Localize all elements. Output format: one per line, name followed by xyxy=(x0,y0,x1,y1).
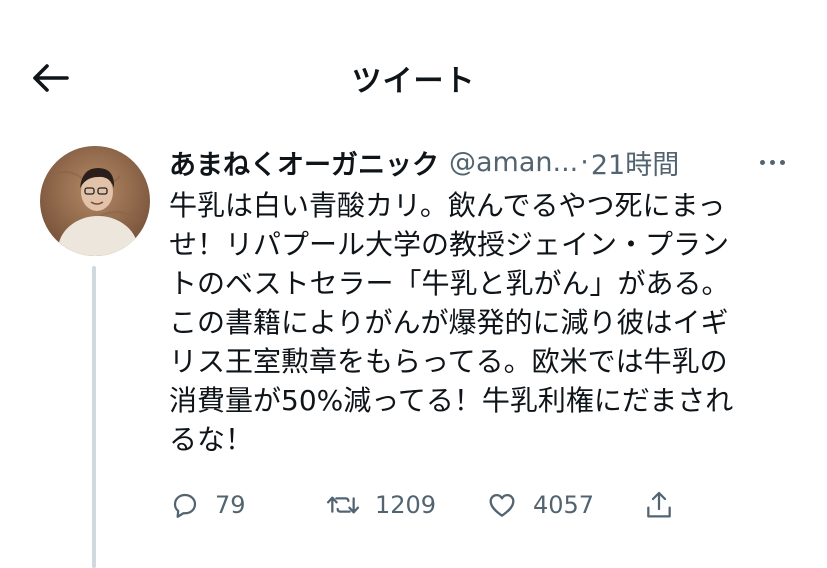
separator-dot: · xyxy=(580,146,589,178)
share-icon xyxy=(647,491,671,518)
more-options-button[interactable] xyxy=(752,146,792,178)
retweet-count: 1209 xyxy=(375,491,437,519)
retweet-icon xyxy=(326,496,360,514)
thread-connector-line xyxy=(92,266,96,568)
top-bar: ツイート xyxy=(0,0,827,140)
tweet-actions: 79 1209 4057 xyxy=(169,482,789,528)
comment-bubble-icon xyxy=(173,493,197,518)
display-name[interactable]: あまねくオーガニック xyxy=(169,143,439,182)
reply-button[interactable]: 79 xyxy=(169,482,246,528)
more-dot xyxy=(759,159,765,165)
tweet-author-line: あまねくオーガニック @aman... · 21時間 xyxy=(169,142,789,182)
more-dot xyxy=(769,159,775,165)
page-title: ツイート xyxy=(351,64,476,99)
avatar-image xyxy=(40,146,150,256)
user-handle[interactable]: @aman... xyxy=(449,147,578,178)
like-button[interactable]: 4057 xyxy=(485,482,594,528)
reply-count: 79 xyxy=(215,491,246,519)
tweet-timestamp[interactable]: 21時間 xyxy=(591,143,679,182)
more-dot xyxy=(779,159,785,165)
like-count: 4057 xyxy=(533,491,595,519)
tweet-text: 牛乳は白い青酸カリ。飲んでるやつ死にまっ せ！リパプール大学の教授ジェイン・プラ… xyxy=(169,189,734,456)
share-button[interactable] xyxy=(643,482,675,528)
heart-icon xyxy=(489,494,515,517)
retweet-button[interactable]: 1209 xyxy=(325,482,436,528)
avatar[interactable] xyxy=(40,146,150,256)
